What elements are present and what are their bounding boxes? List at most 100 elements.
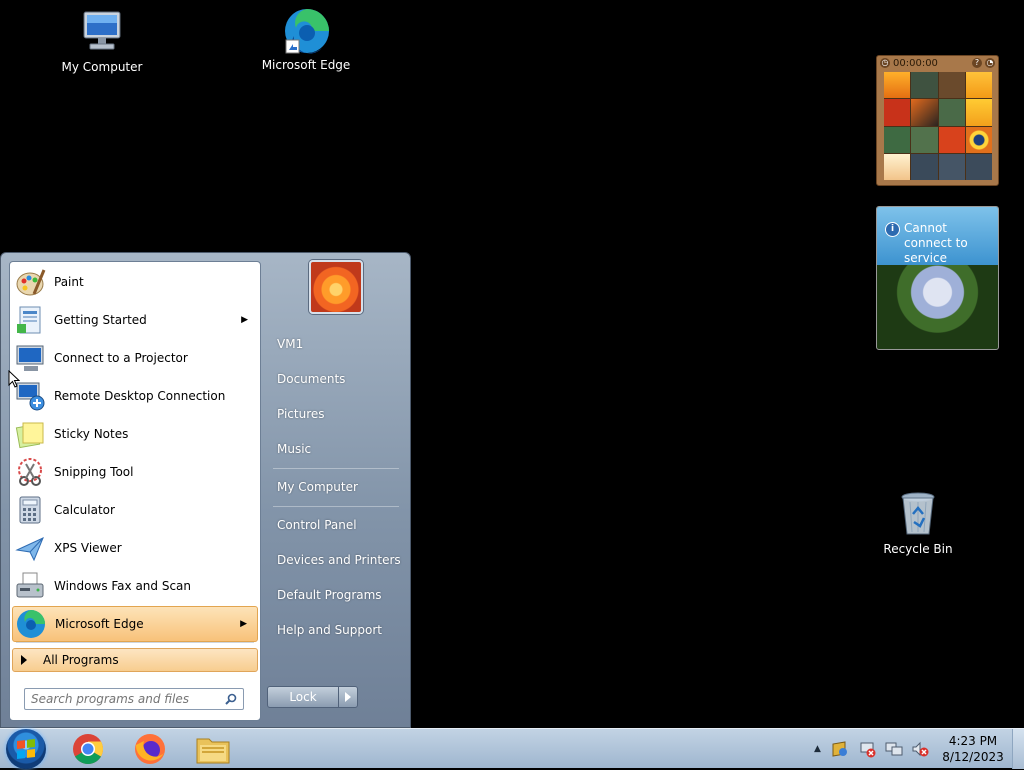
program-label: Microsoft Edge <box>55 617 144 631</box>
search-box[interactable] <box>24 688 244 710</box>
right-item-label: Devices and Printers <box>277 553 401 567</box>
puzzle-tile[interactable] <box>884 153 911 180</box>
all-programs-button[interactable]: All Programs <box>12 648 258 672</box>
slideshow-gadget[interactable]: i Cannot connect to service <box>876 206 999 350</box>
puzzle-grid[interactable] <box>884 72 992 180</box>
program-label: XPS Viewer <box>54 541 122 555</box>
puzzle-tile[interactable] <box>911 72 938 99</box>
start-menu: Paint Getting Started ▶ Connect to a Pro… <box>0 252 411 728</box>
right-item-default-programs[interactable]: Default Programs <box>267 580 403 610</box>
puzzle-tile[interactable] <box>965 153 992 180</box>
puzzle-tile[interactable] <box>884 126 911 153</box>
program-snipping-tool[interactable]: Snipping Tool <box>12 454 258 490</box>
clock-icon[interactable]: ◷ <box>880 58 890 68</box>
puzzle-tile[interactable] <box>938 126 965 153</box>
right-item-label: Help and Support <box>277 623 382 637</box>
right-item-devices-and-printers[interactable]: Devices and Printers <box>267 545 403 575</box>
puzzle-tile[interactable] <box>911 153 938 180</box>
desktop-icon-my-computer[interactable]: My Computer <box>54 8 150 74</box>
program-label: Snipping Tool <box>54 465 134 479</box>
right-item-label: Default Programs <box>277 588 382 602</box>
puzzle-tile[interactable] <box>884 99 911 126</box>
show-hidden-icons-icon[interactable]: ▲ <box>814 744 821 754</box>
puzzle-tile[interactable] <box>938 72 965 99</box>
right-item-control-panel[interactable]: Control Panel <box>267 510 403 540</box>
programs-separator <box>16 642 254 643</box>
right-item-documents[interactable]: Documents <box>267 364 403 394</box>
firefox-icon <box>135 734 165 764</box>
program-sticky-notes[interactable]: Sticky Notes <box>12 416 258 452</box>
program-paint[interactable]: Paint <box>12 264 258 300</box>
right-item-label: Pictures <box>277 407 325 421</box>
shutdown-options-button[interactable] <box>338 686 358 708</box>
windows-logo-icon <box>17 739 35 759</box>
right-item-pictures[interactable]: Pictures <box>267 399 403 429</box>
help-icon[interactable]: ? <box>972 58 982 68</box>
right-item-help-and-support[interactable]: Help and Support <box>267 615 403 645</box>
program-label: Getting Started <box>54 313 147 327</box>
search-input[interactable] <box>29 691 223 707</box>
calculator-icon <box>19 496 41 524</box>
submenu-arrow-icon[interactable]: ▶ <box>241 315 248 325</box>
right-item-music[interactable]: Music <box>267 434 403 464</box>
program-xps-viewer[interactable]: XPS Viewer <box>12 530 258 566</box>
all-programs-label: All Programs <box>43 653 119 667</box>
puzzle-tile[interactable] <box>965 126 992 153</box>
submenu-arrow-icon[interactable]: ▶ <box>240 619 247 629</box>
show-desktop-button[interactable] <box>1012 729 1024 769</box>
program-remote-desktop-connection[interactable]: Remote Desktop Connection <box>12 378 258 414</box>
paint-icon <box>16 269 46 296</box>
system-tray: ▲ <box>814 729 929 769</box>
search-icon[interactable] <box>225 693 237 705</box>
action-center-icon[interactable] <box>831 740 849 758</box>
program-label: Windows Fax and Scan <box>54 579 192 593</box>
program-microsoft-edge[interactable]: Microsoft Edge ▶ <box>12 606 258 642</box>
program-getting-started[interactable]: Getting Started ▶ <box>12 302 258 338</box>
puzzle-tile[interactable] <box>938 153 965 180</box>
right-item-label: Music <box>277 442 312 456</box>
puzzle-tile[interactable] <box>938 99 965 126</box>
puzzle-tile[interactable] <box>965 72 992 99</box>
taskbar-chrome[interactable] <box>68 731 108 767</box>
start-button[interactable] <box>6 729 46 769</box>
clock-date: 8/12/2023 <box>942 750 1004 764</box>
program-label: Remote Desktop Connection <box>54 389 226 403</box>
lock-label: Lock <box>289 690 317 704</box>
edge-icon <box>282 6 330 54</box>
puzzle-tile[interactable] <box>965 99 992 126</box>
right-pane-separator <box>273 468 399 469</box>
program-label: Connect to a Projector <box>54 351 188 365</box>
user-picture[interactable] <box>309 260 363 314</box>
lock-button[interactable]: Lock <box>267 686 339 708</box>
puzzle-tile[interactable] <box>911 126 938 153</box>
right-item-label: VM1 <box>277 337 304 351</box>
taskbar-clock[interactable]: 4:23 PM 8/12/2023 <box>936 733 1010 765</box>
taskbar-firefox[interactable] <box>130 731 170 767</box>
program-windows-fax-and-scan[interactable]: Windows Fax and Scan <box>12 568 258 604</box>
snipping-tool-icon <box>18 458 42 486</box>
info-icon: i <box>885 222 900 237</box>
puzzle-timer: 00:00:00 <box>893 57 938 69</box>
taskbar-file-explorer[interactable] <box>193 731 233 767</box>
clock-time: 4:23 PM <box>948 734 998 748</box>
expand-arrow-icon <box>21 655 27 665</box>
network-icon[interactable] <box>885 740 903 758</box>
desktop-icon-label: My Computer <box>61 60 143 74</box>
slideshow-message: i Cannot connect to service <box>877 207 998 265</box>
puzzle-toolbar: ◷ 00:00:00 ? ◔ <box>877 56 998 70</box>
right-item-my-computer[interactable]: My Computer <box>267 472 403 502</box>
volume-muted-icon[interactable] <box>911 740 929 758</box>
program-connect-to-projector[interactable]: Connect to a Projector <box>12 340 258 376</box>
program-calculator[interactable]: Calculator <box>12 492 258 528</box>
slideshow-message-text: Cannot connect to service <box>904 221 968 265</box>
network-error-icon[interactable] <box>859 740 877 758</box>
program-label: Calculator <box>54 503 115 517</box>
picture-puzzle-gadget[interactable]: ◷ 00:00:00 ? ◔ <box>876 55 999 186</box>
right-item-user-folder[interactable]: VM1 <box>267 329 403 359</box>
desktop-icon-microsoft-edge[interactable]: Microsoft Edge <box>258 6 354 72</box>
puzzle-tile[interactable] <box>884 72 911 99</box>
sticky-notes-icon <box>15 422 44 449</box>
desktop-icon-recycle-bin[interactable]: Recycle Bin <box>870 490 966 556</box>
solve-icon[interactable]: ◔ <box>985 58 995 68</box>
puzzle-tile[interactable] <box>911 99 938 126</box>
